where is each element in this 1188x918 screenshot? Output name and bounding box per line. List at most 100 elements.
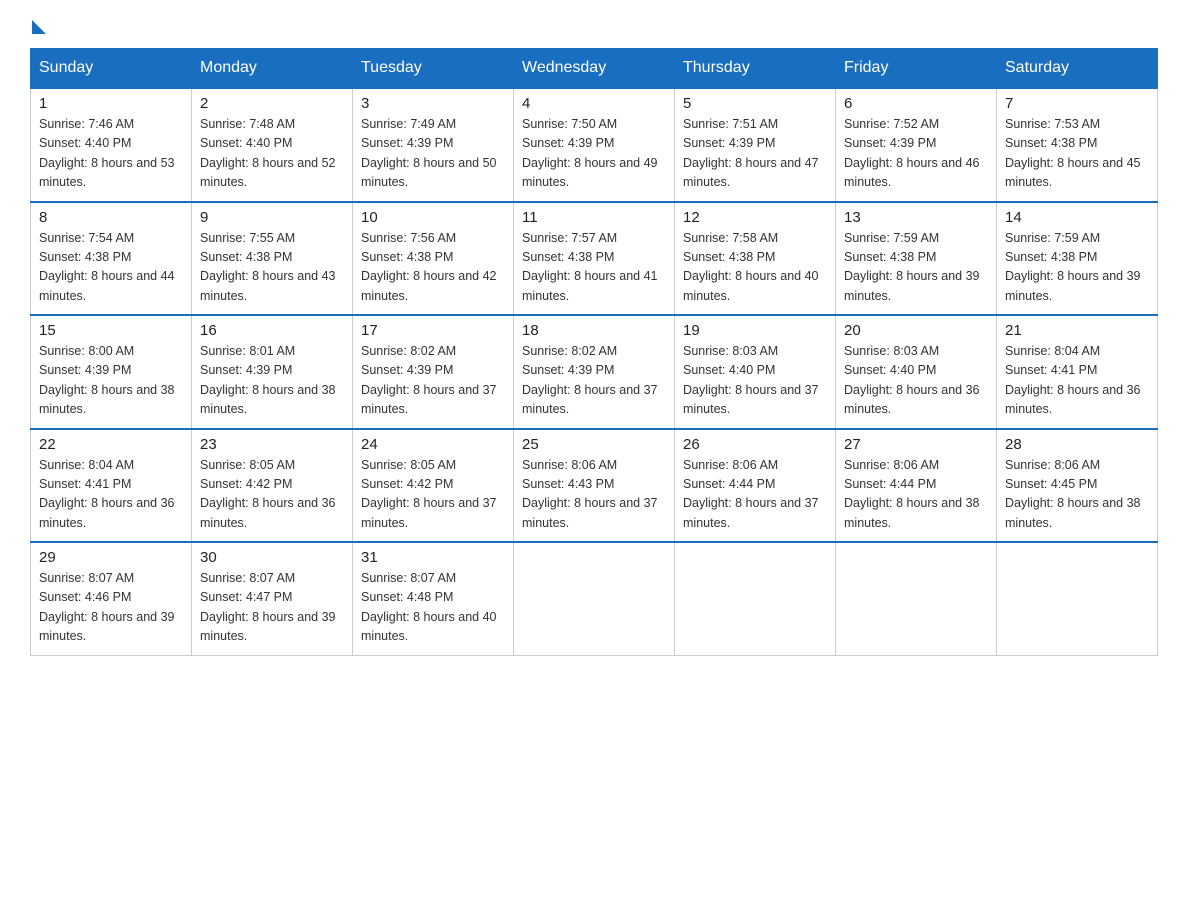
calendar-cell <box>836 542 997 655</box>
calendar-cell: 14 Sunrise: 7:59 AMSunset: 4:38 PMDaylig… <box>997 202 1158 316</box>
day-info: Sunrise: 8:06 AMSunset: 4:45 PMDaylight:… <box>1005 456 1149 534</box>
day-number: 31 <box>361 549 505 566</box>
calendar-cell <box>514 542 675 655</box>
day-info: Sunrise: 7:56 AMSunset: 4:38 PMDaylight:… <box>361 229 505 307</box>
calendar-cell: 30 Sunrise: 8:07 AMSunset: 4:47 PMDaylig… <box>192 542 353 655</box>
day-info: Sunrise: 8:04 AMSunset: 4:41 PMDaylight:… <box>1005 342 1149 420</box>
calendar-week-row: 8 Sunrise: 7:54 AMSunset: 4:38 PMDayligh… <box>31 202 1158 316</box>
weekday-header-row: SundayMondayTuesdayWednesdayThursdayFrid… <box>31 49 1158 89</box>
day-number: 12 <box>683 209 827 226</box>
calendar-cell: 22 Sunrise: 8:04 AMSunset: 4:41 PMDaylig… <box>31 429 192 543</box>
calendar-table: SundayMondayTuesdayWednesdayThursdayFrid… <box>30 48 1158 656</box>
calendar-cell: 31 Sunrise: 8:07 AMSunset: 4:48 PMDaylig… <box>353 542 514 655</box>
weekday-header-sunday: Sunday <box>31 49 192 89</box>
day-number: 28 <box>1005 436 1149 453</box>
calendar-week-row: 22 Sunrise: 8:04 AMSunset: 4:41 PMDaylig… <box>31 429 1158 543</box>
day-info: Sunrise: 7:50 AMSunset: 4:39 PMDaylight:… <box>522 115 666 193</box>
day-number: 10 <box>361 209 505 226</box>
calendar-cell: 27 Sunrise: 8:06 AMSunset: 4:44 PMDaylig… <box>836 429 997 543</box>
calendar-cell: 13 Sunrise: 7:59 AMSunset: 4:38 PMDaylig… <box>836 202 997 316</box>
day-info: Sunrise: 8:06 AMSunset: 4:44 PMDaylight:… <box>683 456 827 534</box>
weekday-header-friday: Friday <box>836 49 997 89</box>
day-info: Sunrise: 7:49 AMSunset: 4:39 PMDaylight:… <box>361 115 505 193</box>
day-number: 29 <box>39 549 183 566</box>
calendar-cell: 9 Sunrise: 7:55 AMSunset: 4:38 PMDayligh… <box>192 202 353 316</box>
day-info: Sunrise: 8:06 AMSunset: 4:44 PMDaylight:… <box>844 456 988 534</box>
day-info: Sunrise: 8:04 AMSunset: 4:41 PMDaylight:… <box>39 456 183 534</box>
page-header <box>30 20 1158 28</box>
day-number: 8 <box>39 209 183 226</box>
day-info: Sunrise: 8:01 AMSunset: 4:39 PMDaylight:… <box>200 342 344 420</box>
day-number: 3 <box>361 95 505 112</box>
day-info: Sunrise: 8:00 AMSunset: 4:39 PMDaylight:… <box>39 342 183 420</box>
day-number: 21 <box>1005 322 1149 339</box>
day-info: Sunrise: 7:52 AMSunset: 4:39 PMDaylight:… <box>844 115 988 193</box>
day-number: 9 <box>200 209 344 226</box>
calendar-cell: 3 Sunrise: 7:49 AMSunset: 4:39 PMDayligh… <box>353 88 514 202</box>
day-info: Sunrise: 8:06 AMSunset: 4:43 PMDaylight:… <box>522 456 666 534</box>
day-info: Sunrise: 7:51 AMSunset: 4:39 PMDaylight:… <box>683 115 827 193</box>
weekday-header-monday: Monday <box>192 49 353 89</box>
calendar-cell: 7 Sunrise: 7:53 AMSunset: 4:38 PMDayligh… <box>997 88 1158 202</box>
day-number: 19 <box>683 322 827 339</box>
day-number: 11 <box>522 209 666 226</box>
calendar-cell: 5 Sunrise: 7:51 AMSunset: 4:39 PMDayligh… <box>675 88 836 202</box>
day-number: 14 <box>1005 209 1149 226</box>
day-number: 16 <box>200 322 344 339</box>
day-info: Sunrise: 7:59 AMSunset: 4:38 PMDaylight:… <box>1005 229 1149 307</box>
day-info: Sunrise: 7:48 AMSunset: 4:40 PMDaylight:… <box>200 115 344 193</box>
day-number: 22 <box>39 436 183 453</box>
calendar-cell: 8 Sunrise: 7:54 AMSunset: 4:38 PMDayligh… <box>31 202 192 316</box>
calendar-cell: 25 Sunrise: 8:06 AMSunset: 4:43 PMDaylig… <box>514 429 675 543</box>
day-info: Sunrise: 8:02 AMSunset: 4:39 PMDaylight:… <box>522 342 666 420</box>
day-number: 4 <box>522 95 666 112</box>
day-info: Sunrise: 7:55 AMSunset: 4:38 PMDaylight:… <box>200 229 344 307</box>
day-info: Sunrise: 8:03 AMSunset: 4:40 PMDaylight:… <box>683 342 827 420</box>
logo-triangle-icon <box>32 20 46 34</box>
day-number: 30 <box>200 549 344 566</box>
calendar-cell: 17 Sunrise: 8:02 AMSunset: 4:39 PMDaylig… <box>353 315 514 429</box>
day-info: Sunrise: 7:59 AMSunset: 4:38 PMDaylight:… <box>844 229 988 307</box>
day-info: Sunrise: 7:53 AMSunset: 4:38 PMDaylight:… <box>1005 115 1149 193</box>
day-number: 17 <box>361 322 505 339</box>
day-number: 27 <box>844 436 988 453</box>
calendar-week-row: 1 Sunrise: 7:46 AMSunset: 4:40 PMDayligh… <box>31 88 1158 202</box>
day-number: 6 <box>844 95 988 112</box>
calendar-cell: 11 Sunrise: 7:57 AMSunset: 4:38 PMDaylig… <box>514 202 675 316</box>
day-number: 5 <box>683 95 827 112</box>
calendar-cell <box>675 542 836 655</box>
day-number: 13 <box>844 209 988 226</box>
calendar-cell <box>997 542 1158 655</box>
calendar-cell: 15 Sunrise: 8:00 AMSunset: 4:39 PMDaylig… <box>31 315 192 429</box>
day-number: 23 <box>200 436 344 453</box>
calendar-cell: 6 Sunrise: 7:52 AMSunset: 4:39 PMDayligh… <box>836 88 997 202</box>
calendar-cell: 12 Sunrise: 7:58 AMSunset: 4:38 PMDaylig… <box>675 202 836 316</box>
day-number: 2 <box>200 95 344 112</box>
day-info: Sunrise: 7:58 AMSunset: 4:38 PMDaylight:… <box>683 229 827 307</box>
weekday-header-saturday: Saturday <box>997 49 1158 89</box>
calendar-cell: 4 Sunrise: 7:50 AMSunset: 4:39 PMDayligh… <box>514 88 675 202</box>
day-number: 7 <box>1005 95 1149 112</box>
day-info: Sunrise: 8:07 AMSunset: 4:47 PMDaylight:… <box>200 569 344 647</box>
day-number: 24 <box>361 436 505 453</box>
calendar-cell: 20 Sunrise: 8:03 AMSunset: 4:40 PMDaylig… <box>836 315 997 429</box>
calendar-cell: 23 Sunrise: 8:05 AMSunset: 4:42 PMDaylig… <box>192 429 353 543</box>
day-info: Sunrise: 7:57 AMSunset: 4:38 PMDaylight:… <box>522 229 666 307</box>
day-info: Sunrise: 7:54 AMSunset: 4:38 PMDaylight:… <box>39 229 183 307</box>
calendar-cell: 19 Sunrise: 8:03 AMSunset: 4:40 PMDaylig… <box>675 315 836 429</box>
calendar-week-row: 15 Sunrise: 8:00 AMSunset: 4:39 PMDaylig… <box>31 315 1158 429</box>
calendar-cell: 29 Sunrise: 8:07 AMSunset: 4:46 PMDaylig… <box>31 542 192 655</box>
calendar-cell: 2 Sunrise: 7:48 AMSunset: 4:40 PMDayligh… <box>192 88 353 202</box>
weekday-header-tuesday: Tuesday <box>353 49 514 89</box>
day-number: 26 <box>683 436 827 453</box>
weekday-header-wednesday: Wednesday <box>514 49 675 89</box>
calendar-cell: 28 Sunrise: 8:06 AMSunset: 4:45 PMDaylig… <box>997 429 1158 543</box>
calendar-cell: 26 Sunrise: 8:06 AMSunset: 4:44 PMDaylig… <box>675 429 836 543</box>
day-info: Sunrise: 7:46 AMSunset: 4:40 PMDaylight:… <box>39 115 183 193</box>
weekday-header-thursday: Thursday <box>675 49 836 89</box>
day-info: Sunrise: 8:03 AMSunset: 4:40 PMDaylight:… <box>844 342 988 420</box>
day-number: 15 <box>39 322 183 339</box>
day-info: Sunrise: 8:02 AMSunset: 4:39 PMDaylight:… <box>361 342 505 420</box>
calendar-cell: 21 Sunrise: 8:04 AMSunset: 4:41 PMDaylig… <box>997 315 1158 429</box>
day-info: Sunrise: 8:07 AMSunset: 4:46 PMDaylight:… <box>39 569 183 647</box>
